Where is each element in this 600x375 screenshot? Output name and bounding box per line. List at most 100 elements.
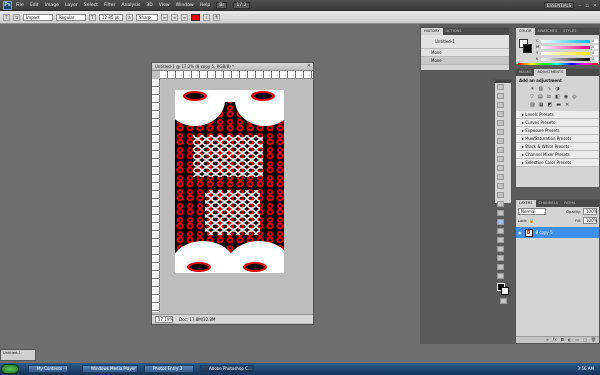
photo-filter-icon[interactable]: ◉ <box>564 94 568 100</box>
color-ramp[interactable] <box>518 63 598 65</box>
type-tool-icon[interactable] <box>497 219 504 225</box>
text-color-swatch[interactable] <box>191 13 200 21</box>
background-color-swatch[interactable] <box>523 44 532 53</box>
dodge-tool-icon[interactable] <box>497 201 504 207</box>
crop-tool-icon[interactable] <box>497 120 504 126</box>
tab-actions[interactable]: ACTIONS <box>442 28 465 35</box>
curves-icon[interactable]: ∿ <box>547 86 551 92</box>
layer-style-icon[interactable]: fx <box>553 337 557 343</box>
quick-mask-icon[interactable] <box>500 298 507 304</box>
tab-masks[interactable]: MASKS <box>516 69 535 76</box>
zoom-tool-icon[interactable] <box>497 273 504 279</box>
layer-name[interactable]: 8 copy 5 <box>536 230 553 235</box>
eraser-tool-icon[interactable] <box>497 174 504 180</box>
path-select-tool-icon[interactable] <box>497 228 504 234</box>
channel-value[interactable]: 0 <box>592 45 598 49</box>
tab-adjustments[interactable]: ADJUSTMENTS <box>534 69 567 76</box>
menu-3d[interactable]: 3D <box>146 3 152 8</box>
history-row[interactable]: Move <box>421 49 509 57</box>
preset-hue-saturation[interactable]: ▸ Hue/Saturation Presets <box>516 135 599 143</box>
brightness-icon[interactable]: ☀ <box>530 86 534 92</box>
ruler-vertical[interactable] <box>152 79 160 312</box>
photoshop-logo[interactable]: Ps <box>3 1 12 10</box>
selective-color-icon[interactable]: ✕ <box>565 102 569 108</box>
black-white-icon[interactable]: ◧ <box>555 94 560 100</box>
new-group-icon[interactable]: ▭ <box>575 337 579 343</box>
marquee-tool-icon[interactable] <box>497 93 504 99</box>
tab-channels[interactable]: CHANNELS <box>535 200 562 207</box>
minimized-document[interactable]: Untitled-1 <box>0 349 36 361</box>
channel-value[interactable]: 0 <box>592 57 598 61</box>
preset-curves[interactable]: ▸ Curves Presets <box>516 119 599 127</box>
tab-color[interactable]: COLOR <box>516 28 535 35</box>
taskbar-item-media-player[interactable]: Windows Media Player <box>82 365 138 373</box>
visibility-eye-icon[interactable]: ◉ <box>518 230 522 235</box>
history-snapshot[interactable]: Untitled-1 <box>421 35 509 49</box>
menu-view[interactable]: View <box>159 3 170 8</box>
clone-stamp-tool-icon[interactable] <box>497 156 504 162</box>
lock-icon[interactable]: 🔒 <box>529 218 534 223</box>
link-layers-icon[interactable]: ∞ <box>546 337 549 343</box>
menu-window[interactable]: Window <box>176 3 194 8</box>
channel-slider[interactable] <box>541 57 590 61</box>
brush-tool-icon[interactable] <box>497 147 504 153</box>
healing-tool-icon[interactable] <box>497 138 504 144</box>
pen-tool-icon[interactable] <box>497 210 504 216</box>
opacity-field[interactable]: 100% <box>583 208 597 215</box>
menu-image[interactable]: Image <box>45 3 59 8</box>
color-balance-icon[interactable]: ⚖ <box>547 94 551 100</box>
clock[interactable]: 3:56 AM <box>578 366 594 371</box>
zoom-field[interactable]: 17.19% <box>155 315 173 323</box>
3d-rotate-tool-icon[interactable] <box>497 246 504 252</box>
preset-channel-mixer[interactable]: ▸ Channel Mixer Presets <box>516 151 599 159</box>
hue-saturation-icon[interactable]: ▤ <box>538 94 543 100</box>
add-mask-icon[interactable]: ◘ <box>561 337 564 343</box>
text-tool-icon[interactable]: T <box>3 13 10 21</box>
start-button[interactable] <box>1 364 19 374</box>
tab-history[interactable]: HISTORY <box>421 28 443 35</box>
hand-tool-icon[interactable] <box>497 264 504 270</box>
adjustment-layer-icon[interactable]: ◐ <box>568 337 572 343</box>
document-window[interactable]: Untitled-1 @ 17.2% (8 copy 5, RGB/8) * ✕ <box>151 62 314 325</box>
new-layer-icon[interactable]: ▢ <box>583 337 587 343</box>
taskbar-item-photoshop[interactable]: Adobe Photoshop C... <box>200 365 254 373</box>
channel-value[interactable]: 0 <box>592 51 598 55</box>
taskbar-item-contents[interactable]: My Contents - PSI Sy... <box>28 365 68 373</box>
posterize-icon[interactable]: ▦ <box>539 102 544 108</box>
preset-levels[interactable]: ▸ Levels Presets <box>516 111 599 119</box>
menu-file[interactable]: File <box>16 3 24 8</box>
antialias-select[interactable]: Sharp <box>136 13 158 21</box>
preset-black-white[interactable]: ▸ Black & White Presets <box>516 143 599 151</box>
eyedropper-tool-icon[interactable] <box>497 129 504 135</box>
channel-slider[interactable] <box>541 45 590 49</box>
tab-styles[interactable]: STYLES <box>560 28 580 35</box>
quick-select-tool-icon[interactable] <box>497 111 504 117</box>
ruler-horizontal[interactable] <box>160 71 313 79</box>
close-icon[interactable]: ✕ <box>593 3 597 9</box>
history-row[interactable]: Move <box>421 57 509 65</box>
menu-layer[interactable]: Layer <box>65 3 78 8</box>
warp-text-icon[interactable]: ⌇ <box>203 13 210 21</box>
invert-icon[interactable]: ▨ <box>530 102 535 108</box>
layer-row-active[interactable]: ◉ 8 8 copy 5 <box>516 227 599 238</box>
bridge-button[interactable]: Br <box>216 2 228 9</box>
tab-paths[interactable]: PATHS <box>561 200 579 207</box>
blend-mode-select[interactable]: Normal <box>518 208 546 215</box>
channel-slider[interactable] <box>541 51 590 55</box>
font-style-select[interactable]: Regular <box>56 13 86 21</box>
align-left-icon[interactable]: ≡ <box>161 13 168 21</box>
shape-tool-icon[interactable] <box>497 237 504 243</box>
tab-swatches[interactable]: SWATCHES <box>534 28 561 35</box>
restore-icon[interactable]: ▫ <box>585 3 588 9</box>
channel-value[interactable]: 0 <box>592 39 598 43</box>
threshold-icon[interactable]: ◩ <box>547 102 552 108</box>
channel-mixer-icon[interactable]: ◎ <box>572 94 576 100</box>
menu-help[interactable]: Help <box>200 3 210 8</box>
gradient-tool-icon[interactable] <box>497 183 504 189</box>
taskbar-item-photos[interactable]: Photos Entry 3 <box>144 365 194 373</box>
levels-icon[interactable]: ▥ <box>538 86 543 92</box>
move-tool-icon[interactable] <box>497 84 504 90</box>
minimize-icon[interactable]: ‒ <box>578 3 581 9</box>
lasso-tool-icon[interactable] <box>497 102 504 108</box>
menu-edit[interactable]: Edit <box>30 3 39 8</box>
